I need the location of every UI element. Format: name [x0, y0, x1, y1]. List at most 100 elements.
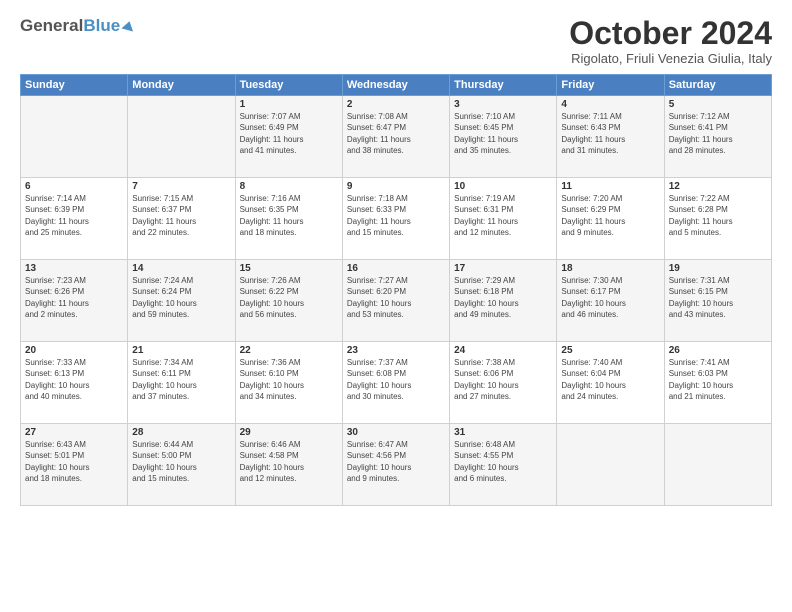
- cell-info: Sunrise: 7:22 AM Sunset: 6:28 PM Dayligh…: [669, 193, 767, 238]
- cell-info: Sunrise: 7:11 AM Sunset: 6:43 PM Dayligh…: [561, 111, 659, 156]
- calendar-cell: 9Sunrise: 7:18 AM Sunset: 6:33 PM Daylig…: [342, 178, 449, 260]
- calendar-week-1: 6Sunrise: 7:14 AM Sunset: 6:39 PM Daylig…: [21, 178, 772, 260]
- calendar-cell: 19Sunrise: 7:31 AM Sunset: 6:15 PM Dayli…: [664, 260, 771, 342]
- day-number: 31: [454, 427, 552, 438]
- cell-info: Sunrise: 7:10 AM Sunset: 6:45 PM Dayligh…: [454, 111, 552, 156]
- day-number: 6: [25, 181, 123, 192]
- calendar-cell: 8Sunrise: 7:16 AM Sunset: 6:35 PM Daylig…: [235, 178, 342, 260]
- logo-blue: Blue: [83, 16, 120, 35]
- calendar-cell: 3Sunrise: 7:10 AM Sunset: 6:45 PM Daylig…: [450, 96, 557, 178]
- cell-info: Sunrise: 7:36 AM Sunset: 6:10 PM Dayligh…: [240, 357, 338, 402]
- calendar-cell: [557, 424, 664, 506]
- col-tuesday: Tuesday: [235, 75, 342, 96]
- col-thursday: Thursday: [450, 75, 557, 96]
- day-number: 12: [669, 181, 767, 192]
- calendar-cell: 18Sunrise: 7:30 AM Sunset: 6:17 PM Dayli…: [557, 260, 664, 342]
- calendar-week-3: 20Sunrise: 7:33 AM Sunset: 6:13 PM Dayli…: [21, 342, 772, 424]
- page: GeneralBlue October 2024 Rigolato, Friul…: [0, 0, 792, 612]
- cell-info: Sunrise: 7:07 AM Sunset: 6:49 PM Dayligh…: [240, 111, 338, 156]
- cell-info: Sunrise: 7:20 AM Sunset: 6:29 PM Dayligh…: [561, 193, 659, 238]
- calendar-cell: 29Sunrise: 6:46 AM Sunset: 4:58 PM Dayli…: [235, 424, 342, 506]
- calendar-cell: 1Sunrise: 7:07 AM Sunset: 6:49 PM Daylig…: [235, 96, 342, 178]
- title-block: October 2024 Rigolato, Friuli Venezia Gi…: [569, 16, 772, 66]
- day-number: 11: [561, 181, 659, 192]
- calendar-cell: 22Sunrise: 7:36 AM Sunset: 6:10 PM Dayli…: [235, 342, 342, 424]
- calendar-cell: 30Sunrise: 6:47 AM Sunset: 4:56 PM Dayli…: [342, 424, 449, 506]
- cell-info: Sunrise: 7:14 AM Sunset: 6:39 PM Dayligh…: [25, 193, 123, 238]
- calendar-cell: 24Sunrise: 7:38 AM Sunset: 6:06 PM Dayli…: [450, 342, 557, 424]
- cell-info: Sunrise: 6:48 AM Sunset: 4:55 PM Dayligh…: [454, 439, 552, 484]
- day-number: 9: [347, 181, 445, 192]
- day-number: 19: [669, 263, 767, 274]
- cell-info: Sunrise: 7:08 AM Sunset: 6:47 PM Dayligh…: [347, 111, 445, 156]
- logo-text: GeneralBlue: [20, 16, 120, 36]
- calendar-cell: 10Sunrise: 7:19 AM Sunset: 6:31 PM Dayli…: [450, 178, 557, 260]
- day-number: 18: [561, 263, 659, 274]
- logo-icon: GeneralBlue: [20, 16, 135, 36]
- day-number: 23: [347, 345, 445, 356]
- cell-info: Sunrise: 7:19 AM Sunset: 6:31 PM Dayligh…: [454, 193, 552, 238]
- day-number: 1: [240, 99, 338, 110]
- cell-info: Sunrise: 7:12 AM Sunset: 6:41 PM Dayligh…: [669, 111, 767, 156]
- calendar-table: Sunday Monday Tuesday Wednesday Thursday…: [20, 74, 772, 506]
- calendar-cell: 6Sunrise: 7:14 AM Sunset: 6:39 PM Daylig…: [21, 178, 128, 260]
- cell-info: Sunrise: 7:33 AM Sunset: 6:13 PM Dayligh…: [25, 357, 123, 402]
- cell-info: Sunrise: 7:41 AM Sunset: 6:03 PM Dayligh…: [669, 357, 767, 402]
- day-number: 10: [454, 181, 552, 192]
- cell-info: Sunrise: 6:43 AM Sunset: 5:01 PM Dayligh…: [25, 439, 123, 484]
- calendar-cell: 13Sunrise: 7:23 AM Sunset: 6:26 PM Dayli…: [21, 260, 128, 342]
- day-number: 30: [347, 427, 445, 438]
- day-number: 15: [240, 263, 338, 274]
- day-number: 4: [561, 99, 659, 110]
- cell-info: Sunrise: 6:46 AM Sunset: 4:58 PM Dayligh…: [240, 439, 338, 484]
- calendar-cell: 27Sunrise: 6:43 AM Sunset: 5:01 PM Dayli…: [21, 424, 128, 506]
- day-number: 20: [25, 345, 123, 356]
- day-number: 16: [347, 263, 445, 274]
- logo-general: General: [20, 16, 83, 35]
- cell-info: Sunrise: 6:47 AM Sunset: 4:56 PM Dayligh…: [347, 439, 445, 484]
- calendar-cell: 28Sunrise: 6:44 AM Sunset: 5:00 PM Dayli…: [128, 424, 235, 506]
- calendar-cell: 26Sunrise: 7:41 AM Sunset: 6:03 PM Dayli…: [664, 342, 771, 424]
- calendar-cell: 15Sunrise: 7:26 AM Sunset: 6:22 PM Dayli…: [235, 260, 342, 342]
- cell-info: Sunrise: 7:29 AM Sunset: 6:18 PM Dayligh…: [454, 275, 552, 320]
- calendar-cell: 14Sunrise: 7:24 AM Sunset: 6:24 PM Dayli…: [128, 260, 235, 342]
- day-number: 17: [454, 263, 552, 274]
- day-number: 13: [25, 263, 123, 274]
- day-number: 27: [25, 427, 123, 438]
- calendar-cell: [21, 96, 128, 178]
- cell-info: Sunrise: 7:38 AM Sunset: 6:06 PM Dayligh…: [454, 357, 552, 402]
- location: Rigolato, Friuli Venezia Giulia, Italy: [569, 51, 772, 66]
- calendar-cell: 11Sunrise: 7:20 AM Sunset: 6:29 PM Dayli…: [557, 178, 664, 260]
- calendar-cell: 25Sunrise: 7:40 AM Sunset: 6:04 PM Dayli…: [557, 342, 664, 424]
- day-number: 26: [669, 345, 767, 356]
- calendar-week-4: 27Sunrise: 6:43 AM Sunset: 5:01 PM Dayli…: [21, 424, 772, 506]
- calendar-cell: [128, 96, 235, 178]
- calendar-cell: 31Sunrise: 6:48 AM Sunset: 4:55 PM Dayli…: [450, 424, 557, 506]
- day-number: 2: [347, 99, 445, 110]
- calendar-cell: 23Sunrise: 7:37 AM Sunset: 6:08 PM Dayli…: [342, 342, 449, 424]
- day-number: 5: [669, 99, 767, 110]
- cell-info: Sunrise: 7:40 AM Sunset: 6:04 PM Dayligh…: [561, 357, 659, 402]
- cell-info: Sunrise: 7:18 AM Sunset: 6:33 PM Dayligh…: [347, 193, 445, 238]
- cell-info: Sunrise: 7:27 AM Sunset: 6:20 PM Dayligh…: [347, 275, 445, 320]
- calendar-cell: 2Sunrise: 7:08 AM Sunset: 6:47 PM Daylig…: [342, 96, 449, 178]
- calendar-cell: 7Sunrise: 7:15 AM Sunset: 6:37 PM Daylig…: [128, 178, 235, 260]
- col-sunday: Sunday: [21, 75, 128, 96]
- day-number: 28: [132, 427, 230, 438]
- calendar-cell: 16Sunrise: 7:27 AM Sunset: 6:20 PM Dayli…: [342, 260, 449, 342]
- day-number: 7: [132, 181, 230, 192]
- day-number: 8: [240, 181, 338, 192]
- col-friday: Friday: [557, 75, 664, 96]
- calendar-cell: 5Sunrise: 7:12 AM Sunset: 6:41 PM Daylig…: [664, 96, 771, 178]
- calendar-cell: 21Sunrise: 7:34 AM Sunset: 6:11 PM Dayli…: [128, 342, 235, 424]
- logo: GeneralBlue: [20, 16, 135, 36]
- calendar-cell: 4Sunrise: 7:11 AM Sunset: 6:43 PM Daylig…: [557, 96, 664, 178]
- col-monday: Monday: [128, 75, 235, 96]
- cell-info: Sunrise: 7:23 AM Sunset: 6:26 PM Dayligh…: [25, 275, 123, 320]
- cell-info: Sunrise: 6:44 AM Sunset: 5:00 PM Dayligh…: [132, 439, 230, 484]
- cell-info: Sunrise: 7:30 AM Sunset: 6:17 PM Dayligh…: [561, 275, 659, 320]
- col-saturday: Saturday: [664, 75, 771, 96]
- calendar-week-2: 13Sunrise: 7:23 AM Sunset: 6:26 PM Dayli…: [21, 260, 772, 342]
- calendar-cell: [664, 424, 771, 506]
- logo-arrow-icon: [121, 20, 135, 34]
